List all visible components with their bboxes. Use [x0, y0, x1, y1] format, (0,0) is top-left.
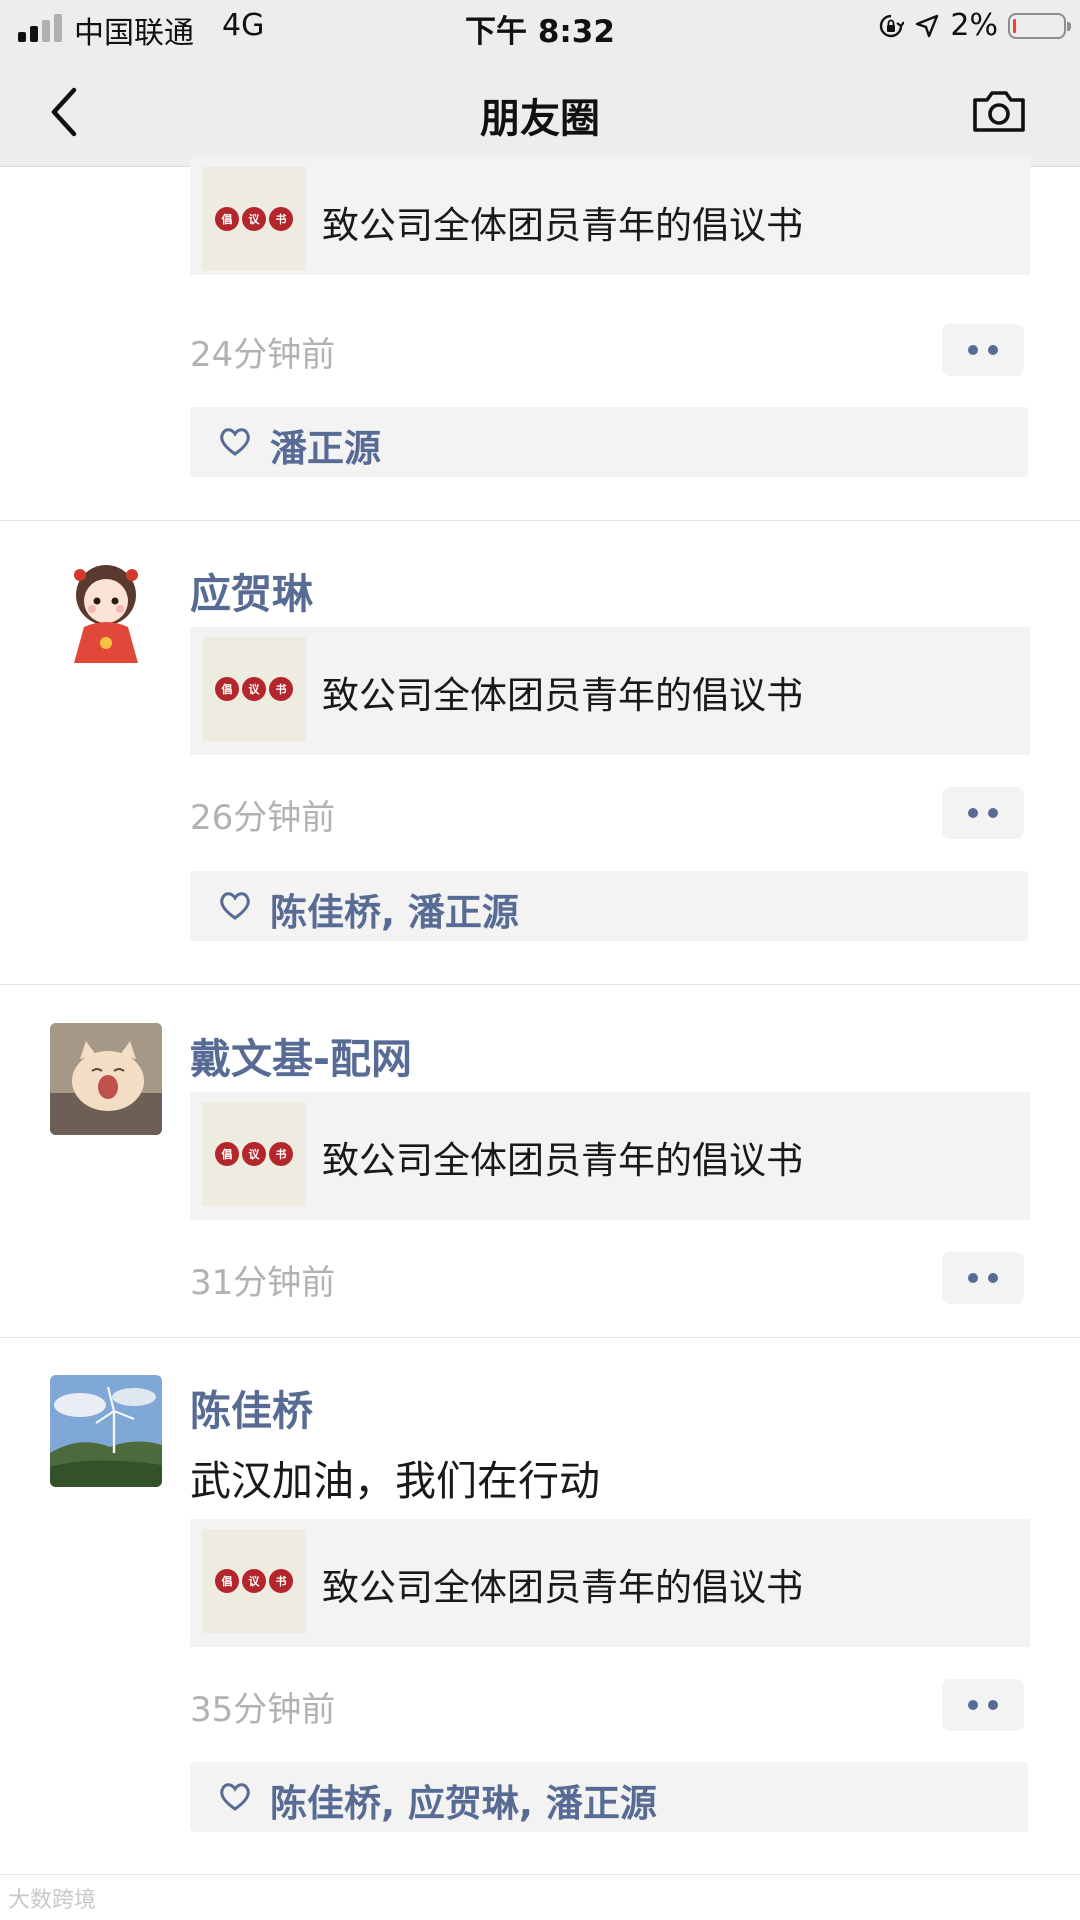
battery-percent: 2% — [950, 8, 998, 43]
badge-char: 书 — [269, 207, 293, 231]
shared-link-card[interactable]: 倡 议 书 致公司全体团员青年的倡议书 — [190, 1519, 1030, 1647]
more-options-button[interactable] — [942, 324, 1024, 376]
post-text: 武汉加油，我们在行动 — [190, 1457, 600, 1505]
badge-char: 书 — [269, 677, 293, 701]
shared-link-card[interactable]: 倡 议 书 致公司全体团员青年的倡议书 — [190, 157, 1030, 275]
link-thumbnail: 倡 议 书 — [202, 637, 306, 741]
battery-level — [1013, 18, 1016, 33]
location-arrow-icon — [916, 14, 939, 37]
link-title: 致公司全体团员青年的倡议书 — [322, 674, 803, 717]
page-title: 朋友圈 — [480, 96, 600, 142]
post-divider — [0, 1337, 1080, 1338]
post-time: 26分钟前 — [190, 798, 336, 838]
link-thumbnail: 倡 议 书 — [202, 1102, 306, 1206]
watermark: 大数跨境 — [8, 1888, 97, 1913]
more-options-button[interactable] — [942, 1679, 1024, 1731]
status-bar: 中国联通 4G 下午 8:32 2% — [0, 0, 1080, 56]
likes-names[interactable]: 潘正源 — [270, 418, 381, 472]
poster-name[interactable]: 应贺琳 — [190, 560, 313, 620]
likes-box: 潘正源 — [190, 407, 1028, 477]
rotation-lock-icon — [880, 14, 905, 37]
avatar-wind-turbine-photo — [50, 1375, 162, 1487]
badge-char: 议 — [242, 1142, 266, 1166]
avatar[interactable] — [50, 551, 162, 663]
more-options-button[interactable] — [942, 1252, 1024, 1304]
post-time: 35分钟前 — [190, 1690, 336, 1730]
heart-icon — [220, 892, 250, 920]
link-thumbnail: 倡 议 书 — [202, 167, 306, 271]
badge-char: 议 — [242, 1569, 266, 1593]
camera-icon[interactable] — [970, 86, 1028, 136]
badge-char: 议 — [242, 677, 266, 701]
avatar-cat-photo — [50, 1023, 162, 1135]
link-title: 致公司全体团员青年的倡议书 — [322, 1139, 803, 1182]
battery-icon — [1008, 12, 1071, 39]
poster-name[interactable]: 陈佳桥 — [190, 1377, 313, 1437]
badge-char: 书 — [269, 1569, 293, 1593]
badge-char: 倡 — [215, 1569, 239, 1593]
heart-icon — [220, 1783, 250, 1811]
likes-names[interactable]: 陈佳桥, 潘正源 — [270, 882, 519, 936]
badge-char: 书 — [269, 1142, 293, 1166]
badge-char: 倡 — [215, 677, 239, 701]
post-divider — [0, 1874, 1080, 1875]
badge-char: 议 — [242, 207, 266, 231]
post-divider — [0, 984, 1080, 985]
likes-box: 陈佳桥, 潘正源 — [190, 871, 1028, 941]
poster-name[interactable]: 戴文基-配网 — [190, 1025, 412, 1085]
avatar-cartoon-girl — [74, 565, 138, 663]
avatar[interactable] — [50, 1375, 162, 1487]
badge-char: 倡 — [215, 1142, 239, 1166]
badge-char: 倡 — [215, 207, 239, 231]
link-title: 致公司全体团员青年的倡议书 — [322, 204, 803, 247]
likes-box: 陈佳桥, 应贺琳, 潘正源 — [190, 1762, 1028, 1832]
link-title: 致公司全体团员青年的倡议书 — [322, 1566, 803, 1609]
shared-link-card[interactable]: 倡 议 书 致公司全体团员青年的倡议书 — [190, 627, 1030, 755]
more-options-button[interactable] — [942, 787, 1024, 839]
status-right-group: 2% — [878, 8, 1071, 43]
heart-icon — [220, 428, 250, 456]
link-thumbnail: 倡 议 书 — [202, 1529, 306, 1633]
avatar[interactable] — [50, 1023, 162, 1135]
post-divider — [0, 520, 1080, 521]
likes-names[interactable]: 陈佳桥, 应贺琳, 潘正源 — [270, 1773, 657, 1827]
nav-bar: 朋友圈 — [0, 56, 1080, 167]
shared-link-card[interactable]: 倡 议 书 致公司全体团员青年的倡议书 — [190, 1092, 1030, 1220]
post-time: 24分钟前 — [190, 335, 336, 375]
post-time: 31分钟前 — [190, 1263, 336, 1303]
